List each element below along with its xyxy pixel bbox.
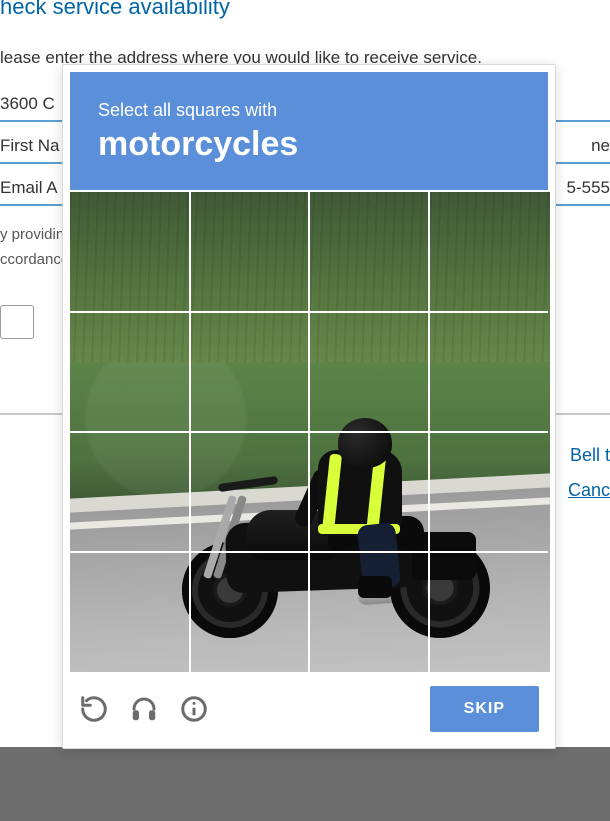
- captcha-cell[interactable]: [70, 192, 190, 312]
- captcha-cell[interactable]: [70, 432, 190, 552]
- captcha-cell[interactable]: [429, 552, 549, 672]
- captcha-icon-row: [79, 694, 209, 724]
- captcha-cell[interactable]: [190, 432, 310, 552]
- recaptcha-checkbox[interactable]: [0, 305, 34, 339]
- name-field-left: First Na: [0, 136, 60, 156]
- name-field-right: ne: [591, 136, 610, 156]
- captcha-category: motorcycles: [98, 125, 520, 164]
- captcha-cell[interactable]: [190, 312, 310, 432]
- captcha-cell[interactable]: [429, 192, 549, 312]
- info-icon[interactable]: [179, 694, 209, 724]
- captcha-cell[interactable]: [70, 552, 190, 672]
- page-title: heck service availability: [0, 0, 610, 30]
- email-field-left: Email A: [0, 178, 58, 198]
- captcha-cell[interactable]: [309, 432, 429, 552]
- captcha-prefix: Select all squares with: [98, 100, 520, 121]
- captcha-grid-overlay: [70, 192, 548, 672]
- footer-bar: [0, 747, 610, 821]
- captcha-cell[interactable]: [70, 312, 190, 432]
- reload-icon[interactable]: [79, 694, 109, 724]
- captcha-cell[interactable]: [429, 312, 549, 432]
- captcha-cell[interactable]: [190, 552, 310, 672]
- captcha-modal: Select all squares with motorcycles: [62, 64, 556, 749]
- captcha-grid: [70, 192, 548, 672]
- captcha-cell[interactable]: [309, 552, 429, 672]
- headphones-icon[interactable]: [129, 694, 159, 724]
- captcha-cell[interactable]: [309, 312, 429, 432]
- captcha-cell[interactable]: [429, 432, 549, 552]
- captcha-header: Select all squares with motorcycles: [70, 72, 548, 190]
- captcha-cell[interactable]: [309, 192, 429, 312]
- skip-button[interactable]: SKIP: [430, 686, 539, 732]
- address-field-left: 3600 C: [0, 94, 55, 114]
- captcha-cell[interactable]: [190, 192, 310, 312]
- captcha-footer: SKIP: [63, 672, 555, 748]
- email-field-right: 5-555: [567, 178, 610, 198]
